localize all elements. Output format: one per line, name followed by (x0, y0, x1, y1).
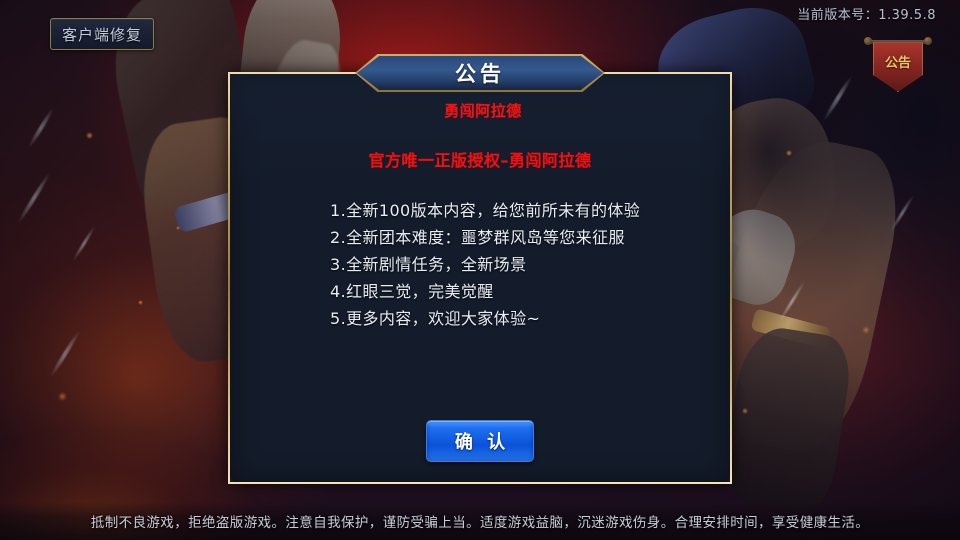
dialog-title-banner: 公告 (355, 54, 605, 92)
dialog-title: 公告 (455, 62, 505, 86)
light-streak (72, 225, 96, 262)
ember-particle (862, 326, 870, 334)
background-figure-right-band (750, 308, 832, 350)
dialog-content: 勇闯阿拉德 官方唯一正版授权–勇闯阿拉德 1.全新100版本内容，给您前所未有的… (230, 100, 730, 334)
announcement-list: 1.全新100版本内容，给您前所未有的体验 2.全新团本难度：噩梦群风岛等您来征… (256, 199, 704, 330)
version-label: 当前版本号：1.39.5.8 (797, 8, 936, 23)
ember-particle (86, 132, 93, 139)
health-warning-text: 抵制不良游戏，拒绝盗版游戏。注意自我保护，谨防受骗上当。适度游戏益脑，沉迷游戏伤… (0, 502, 960, 540)
dialog-headline-secondary: 官方唯一正版授权–勇闯阿拉德 (368, 151, 592, 170)
ember-particle (138, 300, 143, 305)
ember-particle (742, 408, 748, 414)
light-streak (27, 107, 55, 149)
dialog-headline-primary: 勇闯阿拉德 (444, 102, 522, 120)
confirm-button-label: 确 认 (454, 432, 510, 453)
list-item: 1.全新100版本内容，给您前所未有的体验 (330, 201, 641, 220)
list-item: 5.更多内容，欢迎大家体验~ (330, 309, 541, 328)
game-client-window: 客户端修复 当前版本号：1.39.5.8 公告 勇闯阿拉德 官方唯一正版授权–勇… (0, 0, 960, 540)
light-streak (822, 74, 854, 122)
list-item: 3.全新剧情任务，全新场景 (330, 255, 527, 274)
background-figure-right-boot (718, 322, 856, 518)
ember-particle (786, 150, 792, 156)
list-item: 4.红眼三觉，完美觉醒 (330, 282, 494, 301)
background-red-emblem-inner (780, 214, 860, 302)
announcement-badge[interactable]: 公告 (864, 36, 932, 94)
announcement-badge-label: 公告 (884, 56, 911, 71)
pennant-knob-left-icon (864, 37, 872, 45)
light-streak (889, 194, 915, 233)
client-repair-button[interactable]: 客户端修复 (50, 18, 154, 50)
client-repair-label: 客户端修复 (61, 25, 142, 44)
ember-particle (176, 226, 180, 230)
background-red-emblem (754, 178, 877, 330)
light-streak (16, 171, 52, 225)
announcement-dialog: 勇闯阿拉德 官方唯一正版授权–勇闯阿拉德 1.全新100版本内容，给您前所未有的… (228, 72, 732, 484)
list-item: 2.全新团本难度：噩梦群风岛等您来征服 (330, 228, 625, 247)
light-streak (778, 280, 806, 323)
confirm-button[interactable]: 确 认 (426, 420, 534, 462)
pennant-knob-right-icon (924, 37, 932, 45)
